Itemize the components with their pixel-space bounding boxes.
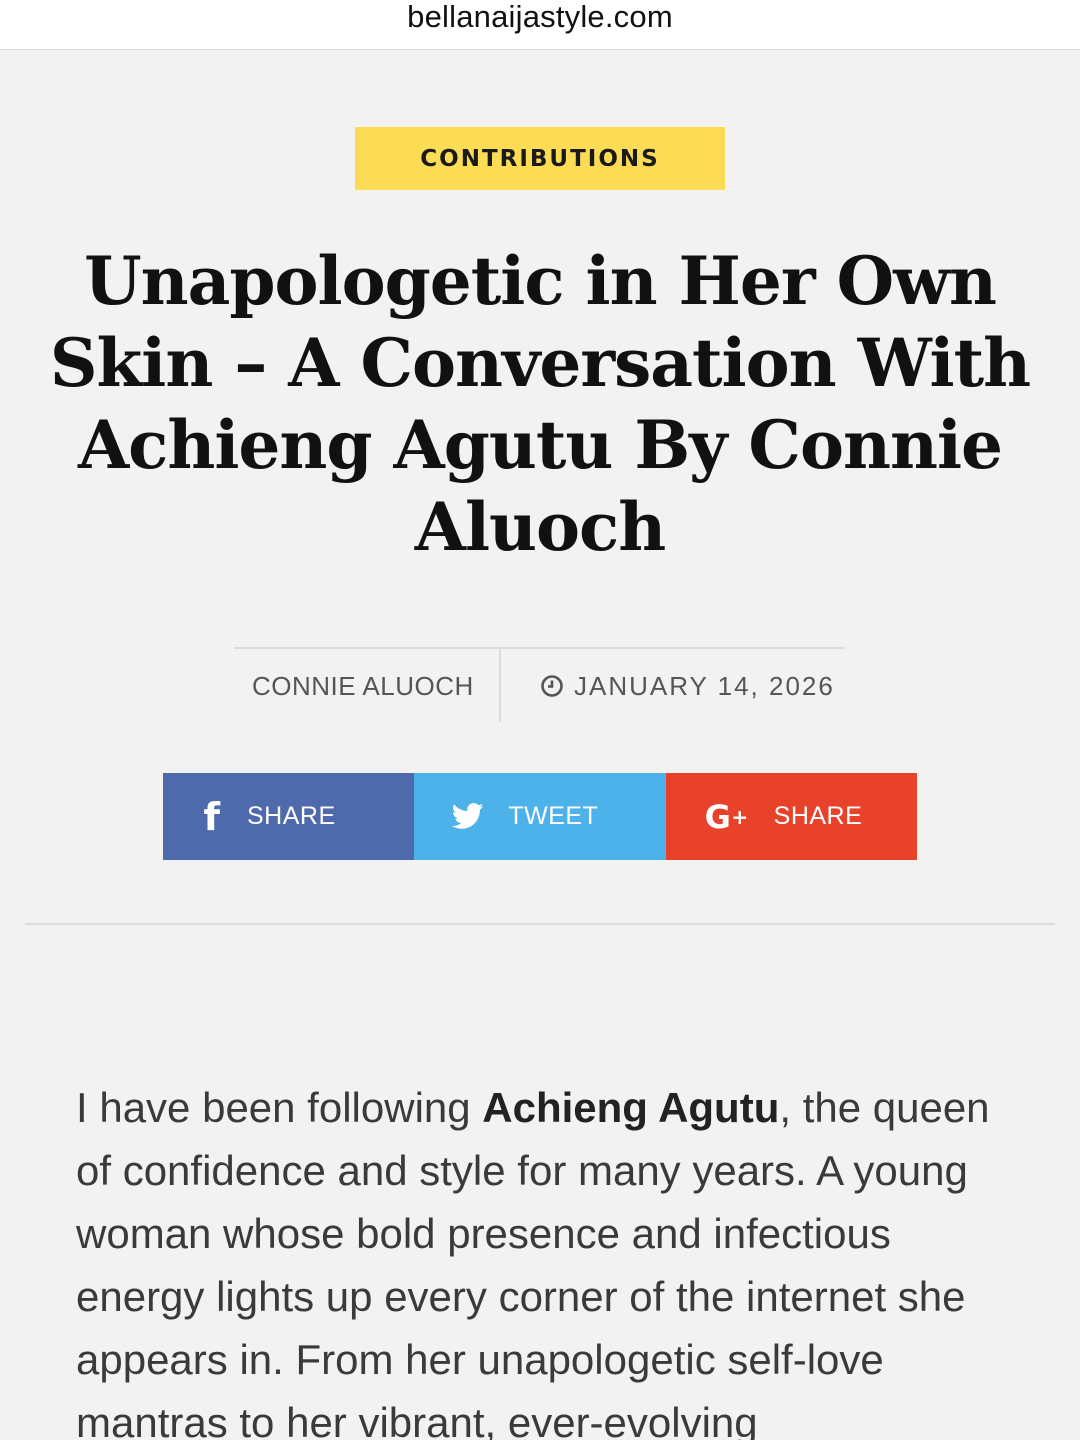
meta-divider [499,649,501,722]
content-divider [25,923,1055,925]
twitter-bird-icon [452,803,484,830]
url-text[interactable]: bellanaijastyle.com [407,0,673,35]
body-intro: I have been following [76,1084,483,1131]
googleplus-share-button[interactable]: G + SHARE [665,773,917,860]
publish-date: JANUARY 14, 2026 [540,668,835,704]
author-link[interactable]: CONNIE ALUOCH [252,668,474,704]
share-bar: f SHARE TWEET G + SHARE [163,773,917,860]
facebook-share-label: SHARE [247,802,336,830]
facebook-icon: f [203,794,221,839]
article-body-paragraph: I have been following Achieng Agutu, the… [76,1076,1016,1440]
body-rest: , the queen of confidence and style for … [76,1084,990,1440]
article-title: Unapologetic in Her Own Skin – A Convers… [49,242,1031,566]
facebook-share-button[interactable]: f SHARE [163,773,415,860]
twitter-tweet-button[interactable]: TWEET [414,773,666,860]
google-plus-icon: G + [704,797,749,836]
date-text: JANUARY 14, 2026 [574,671,835,701]
body-highlight-name: Achieng Agutu [482,1084,780,1131]
meta-top-rule [234,647,845,649]
category-badge[interactable]: CONTRIBUTIONS [355,127,725,190]
address-bar[interactable]: bellanaijastyle.com [0,0,1080,50]
clock-icon [541,675,563,697]
twitter-tweet-label: TWEET [508,802,599,830]
googleplus-share-label: SHARE [773,802,863,830]
